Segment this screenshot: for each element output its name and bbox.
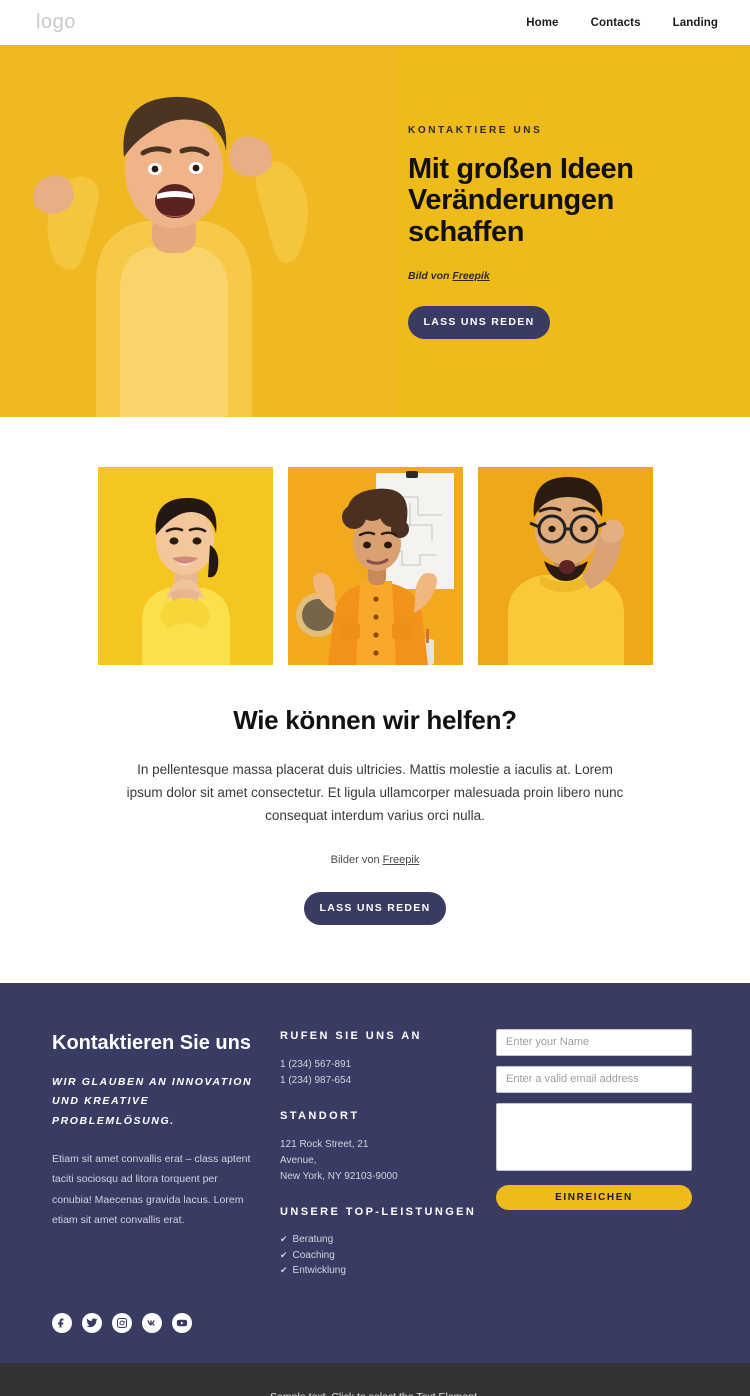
bottom-bar-text[interactable]: Sample text. Click to select the Text El… bbox=[270, 1391, 480, 1396]
nav-item-contacts[interactable]: Contacts bbox=[591, 17, 641, 29]
nav-item-home[interactable]: Home bbox=[526, 17, 558, 29]
landing-page: logo Home Contacts Landing KONTAKTIERE U… bbox=[0, 0, 750, 1396]
youtube-icon[interactable] bbox=[172, 1312, 192, 1333]
hero-credit-link[interactable]: Freepik bbox=[452, 270, 489, 282]
footer-body-text: Etiam sit amet convallis erat – class ap… bbox=[52, 1152, 251, 1227]
hero-image bbox=[0, 45, 396, 417]
footer-services-heading: UNSERE TOP-LEISTUNGEN bbox=[280, 1205, 477, 1218]
bottom-bar: Sample text. Click to select the Text El… bbox=[0, 1362, 750, 1396]
footer-column-about: Kontaktieren Sie uns WIR GLAUBEN AN INNO… bbox=[52, 1029, 280, 1279]
list-item: ✔ Coaching bbox=[280, 1248, 480, 1264]
footer-phone-1[interactable]: 1 (234) 567-891 bbox=[280, 1057, 480, 1073]
submit-button[interactable]: EINREICHEN bbox=[496, 1184, 692, 1210]
name-input[interactable] bbox=[496, 1028, 692, 1056]
site-header: logo Home Contacts Landing bbox=[0, 0, 750, 45]
help-section: Wie können wir helfen? In pellentesque m… bbox=[0, 417, 750, 983]
twitter-icon[interactable] bbox=[82, 1312, 102, 1333]
help-image-credit: Bilder von Freepik bbox=[0, 854, 750, 866]
main-navigation: Home Contacts Landing bbox=[526, 17, 718, 29]
footer-columns: Kontaktieren Sie uns WIR GLAUBEN AN INNO… bbox=[52, 1028, 714, 1279]
nav-item-landing[interactable]: Landing bbox=[673, 17, 718, 29]
gallery-item-2[interactable] bbox=[287, 467, 463, 665]
footer-tagline: WIR GLAUBEN AN INNOVATION UND KREATIVE P… bbox=[52, 1075, 253, 1127]
email-input[interactable] bbox=[496, 1065, 692, 1093]
list-item: ✔ Entwicklung bbox=[280, 1263, 480, 1279]
footer-phone-2[interactable]: 1 (234) 987-654 bbox=[280, 1073, 480, 1089]
vk-icon[interactable] bbox=[142, 1312, 162, 1333]
footer-address-line-2: Avenue, bbox=[280, 1154, 317, 1166]
footer-column-contact: RUFEN SIE UNS AN 1 (234) 567-891 1 (234)… bbox=[280, 1029, 496, 1279]
check-icon: ✔ bbox=[280, 1265, 288, 1276]
site-footer: Kontaktieren Sie uns WIR GLAUBEN AN INNO… bbox=[0, 982, 750, 1363]
hero-eyebrow: KONTAKTIERE UNS bbox=[408, 125, 543, 136]
message-textarea[interactable] bbox=[496, 1102, 692, 1171]
check-icon: ✔ bbox=[280, 1234, 288, 1245]
gallery-item-1[interactable] bbox=[97, 467, 273, 665]
service-label: Coaching bbox=[292, 1249, 335, 1261]
site-logo[interactable]: logo bbox=[36, 11, 76, 34]
help-cta-wrapper: LASS UNS REDEN bbox=[0, 891, 750, 925]
list-item: ✔ Beratung bbox=[280, 1232, 480, 1248]
help-credit-prefix: Bilder von bbox=[330, 853, 383, 866]
gallery bbox=[0, 467, 750, 665]
hero-section: KONTAKTIERE UNS Mit großen Ideen Verände… bbox=[0, 45, 750, 417]
help-cta-button[interactable]: LASS UNS REDEN bbox=[304, 891, 446, 925]
service-label: Entwicklung bbox=[292, 1265, 346, 1277]
instagram-icon[interactable] bbox=[112, 1312, 132, 1333]
footer-services-list: ✔ Beratung ✔ Coaching ✔ Entwicklung bbox=[280, 1232, 480, 1279]
footer-call-heading: RUFEN SIE UNS AN bbox=[280, 1029, 422, 1042]
hero-copy: KONTAKTIERE UNS Mit großen Ideen Verände… bbox=[408, 125, 698, 339]
help-credit-link[interactable]: Freepik bbox=[383, 854, 420, 866]
social-links bbox=[52, 1312, 714, 1333]
footer-column-form: EINREICHEN bbox=[496, 1028, 692, 1279]
help-paragraph: In pellentesque massa placerat duis ultr… bbox=[126, 762, 624, 824]
footer-heading: Kontaktieren Sie uns bbox=[52, 1031, 251, 1054]
hero-title: Mit großen Ideen Veränderungen schaffen bbox=[408, 153, 634, 248]
hero-credit-prefix: Bild von bbox=[408, 269, 453, 282]
facebook-icon[interactable] bbox=[52, 1312, 72, 1333]
footer-location-heading: STANDORT bbox=[280, 1109, 360, 1122]
help-title: Wie können wir helfen? bbox=[233, 705, 517, 735]
gallery-item-3[interactable] bbox=[477, 467, 653, 665]
hero-image-credit: Bild von Freepik bbox=[408, 270, 698, 282]
check-icon: ✔ bbox=[280, 1249, 288, 1260]
hero-cta-button[interactable]: LASS UNS REDEN bbox=[408, 305, 550, 339]
service-label: Beratung bbox=[292, 1234, 334, 1246]
footer-address-line-1: 121 Rock Street, 21 bbox=[280, 1138, 369, 1150]
footer-address-line-3: New York, NY 92103-9000 bbox=[280, 1170, 398, 1182]
